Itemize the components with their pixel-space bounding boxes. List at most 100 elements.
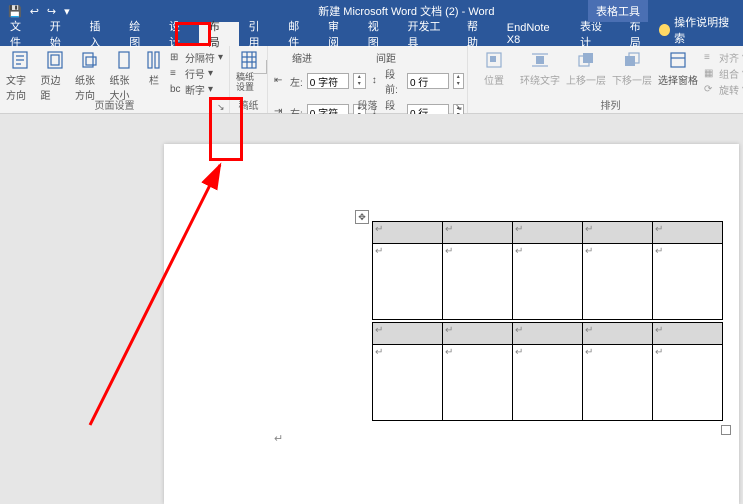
columns-button[interactable]: 栏 <box>144 50 164 87</box>
tab-draw[interactable]: 绘图 <box>119 22 159 46</box>
tell-me-search[interactable]: 操作说明搜索 <box>659 14 743 46</box>
position-button: 位置 <box>474 50 514 87</box>
table-cell[interactable]: ↵ <box>443 244 513 320</box>
margins-button[interactable]: 页边距 <box>40 50 68 102</box>
tab-table-design[interactable]: 表设计 <box>570 22 620 46</box>
chevron-down-icon: ▾ <box>208 84 213 95</box>
page-corner <box>253 60 267 74</box>
table-cell[interactable]: ↵ <box>513 323 583 345</box>
table-resize-handle[interactable] <box>721 425 731 435</box>
selection-pane-icon <box>668 50 688 70</box>
quick-access-toolbar: 💾 ↩ ↪ ▾ <box>0 5 70 18</box>
annotation-arrow <box>80 155 240 435</box>
group-page-setup: 文字方向 页边距 纸张方向 纸张大小 栏 ⊞分隔符▾ ≡行号▾ bc断字▾ <box>0 46 230 113</box>
tab-references[interactable]: 引用 <box>239 22 279 46</box>
group-objects-button: ▦组合▾ <box>704 66 743 81</box>
table-row[interactable]: ↵↵↵↵↵ <box>373 244 723 320</box>
table-cell[interactable]: ↵ <box>443 222 513 244</box>
redo-icon[interactable]: ↪ <box>47 5 56 18</box>
indent-left-spinner[interactable]: ▴▾ <box>353 73 366 89</box>
lightbulb-icon <box>659 24 670 36</box>
table-cell[interactable]: ↵ <box>513 244 583 320</box>
wrap-icon <box>530 50 550 70</box>
table-cell[interactable]: ↵ <box>653 345 723 421</box>
ribbon: 文字方向 页边距 纸张方向 纸张大小 栏 ⊞分隔符▾ ≡行号▾ bc断字▾ <box>0 46 743 114</box>
tab-review[interactable]: 审阅 <box>318 22 358 46</box>
undo-icon[interactable]: ↩ <box>30 5 39 18</box>
selection-pane-button[interactable]: 选择窗格 <box>658 50 698 87</box>
tab-developer[interactable]: 开发工具 <box>398 22 458 46</box>
group-label-arrange: 排列 <box>468 97 743 112</box>
table-cell[interactable]: ↵ <box>653 323 723 345</box>
tab-insert[interactable]: 插入 <box>80 22 120 46</box>
table-cell[interactable]: ↵ <box>373 345 443 421</box>
breaks-button[interactable]: ⊞分隔符▾ <box>170 50 223 65</box>
size-button[interactable]: 纸张大小 <box>109 50 137 102</box>
indent-left-input[interactable] <box>307 73 349 89</box>
table-cell[interactable]: ↵ <box>583 345 653 421</box>
tell-me-label: 操作说明搜索 <box>674 14 733 46</box>
send-backward-button: 下移一层 <box>612 50 652 87</box>
paragraph-launcher[interactable]: ↘ <box>455 102 465 112</box>
save-icon[interactable]: 💾 <box>8 5 22 18</box>
columns-icon <box>144 50 164 70</box>
table-row[interactable]: ↵↵↵↵↵ <box>373 345 723 421</box>
paragraph-mark: ↵ <box>274 432 283 445</box>
bring-forward-button: 上移一层 <box>566 50 606 87</box>
align-icon: ≡ <box>704 52 716 64</box>
orientation-icon <box>79 50 99 70</box>
table-cell[interactable]: ↵ <box>653 244 723 320</box>
text-direction-button[interactable]: 文字方向 <box>6 50 34 102</box>
table-row[interactable]: ↵↵↵↵↵ <box>373 323 723 345</box>
hyphenation-icon: bc <box>170 84 182 96</box>
position-icon <box>484 50 504 70</box>
group-label-paragraph: 段落 <box>268 97 467 112</box>
backward-icon <box>622 50 642 70</box>
chevron-down-icon: ▾ <box>218 52 223 63</box>
table-2[interactable]: ↵↵↵↵↵ ↵↵↵↵↵ <box>372 322 723 421</box>
table-cell[interactable]: ↵ <box>373 323 443 345</box>
orientation-button[interactable]: 纸张方向 <box>75 50 103 102</box>
tab-mailings[interactable]: 邮件 <box>278 22 318 46</box>
table-tools-context: 表格工具 <box>588 0 648 22</box>
rotate-button: ⟳旋转▾ <box>704 82 743 97</box>
table-cell[interactable]: ↵ <box>443 345 513 421</box>
group-arrange: 位置 环绕文字 上移一层 下移一层 选择窗格 ≡对齐▾ ▦组合▾ ⟳旋转▾ 排列 <box>468 46 743 113</box>
table-cell[interactable]: ↵ <box>583 323 653 345</box>
space-before-icon: ↕ <box>372 75 381 87</box>
wrap-text-button: 环绕文字 <box>520 50 560 87</box>
table-cell[interactable]: ↵ <box>443 323 513 345</box>
table-cell[interactable]: ↵ <box>653 222 723 244</box>
table-row[interactable]: ↵↵↵↵↵ <box>373 222 723 244</box>
table-cell[interactable]: ↵ <box>583 244 653 320</box>
chevron-down-icon: ▾ <box>208 68 213 79</box>
indent-heading: 缩进 <box>292 50 312 65</box>
line-numbers-button[interactable]: ≡行号▾ <box>170 66 223 81</box>
tab-file[interactable]: 文件 <box>0 22 40 46</box>
table-1[interactable]: ↵↵↵↵↵ ↵↵↵↵↵ <box>372 221 723 320</box>
table-cell[interactable]: ↵ <box>513 345 583 421</box>
table-cell[interactable]: ↵ <box>373 244 443 320</box>
breaks-icon: ⊞ <box>170 52 182 64</box>
tab-table-layout[interactable]: 布局 <box>620 22 660 46</box>
text-direction-icon <box>10 50 30 70</box>
tab-help[interactable]: 帮助 <box>457 22 497 46</box>
space-before-spinner[interactable]: ▴▾ <box>453 73 464 89</box>
table-cell[interactable]: ↵ <box>583 222 653 244</box>
space-before-input[interactable] <box>407 73 449 89</box>
tab-endnote[interactable]: EndNote X8 <box>497 22 570 46</box>
spacing-heading: 间距 <box>376 50 396 65</box>
table-cell[interactable]: ↵ <box>513 222 583 244</box>
table-move-handle[interactable]: ✥ <box>355 210 369 224</box>
group-paragraph: 缩进 间距 ⇤左:▴▾ ↕段前:▴▾ ⇥右:▴▾ ↕段后:▴▾ 段落 ↘ <box>268 46 468 113</box>
group-label-page-setup: 页面设置 <box>0 97 229 112</box>
group-icon: ▦ <box>704 68 716 80</box>
table-cell[interactable]: ↵ <box>373 222 443 244</box>
hyphenation-button[interactable]: bc断字▾ <box>170 82 223 97</box>
indent-left-icon: ⇤ <box>274 75 286 87</box>
rotate-icon: ⟳ <box>704 84 716 96</box>
annotation-box-layout-tab <box>175 22 211 46</box>
page-size-icon <box>114 50 134 70</box>
tab-home[interactable]: 开始 <box>40 22 80 46</box>
tab-view[interactable]: 视图 <box>358 22 398 46</box>
